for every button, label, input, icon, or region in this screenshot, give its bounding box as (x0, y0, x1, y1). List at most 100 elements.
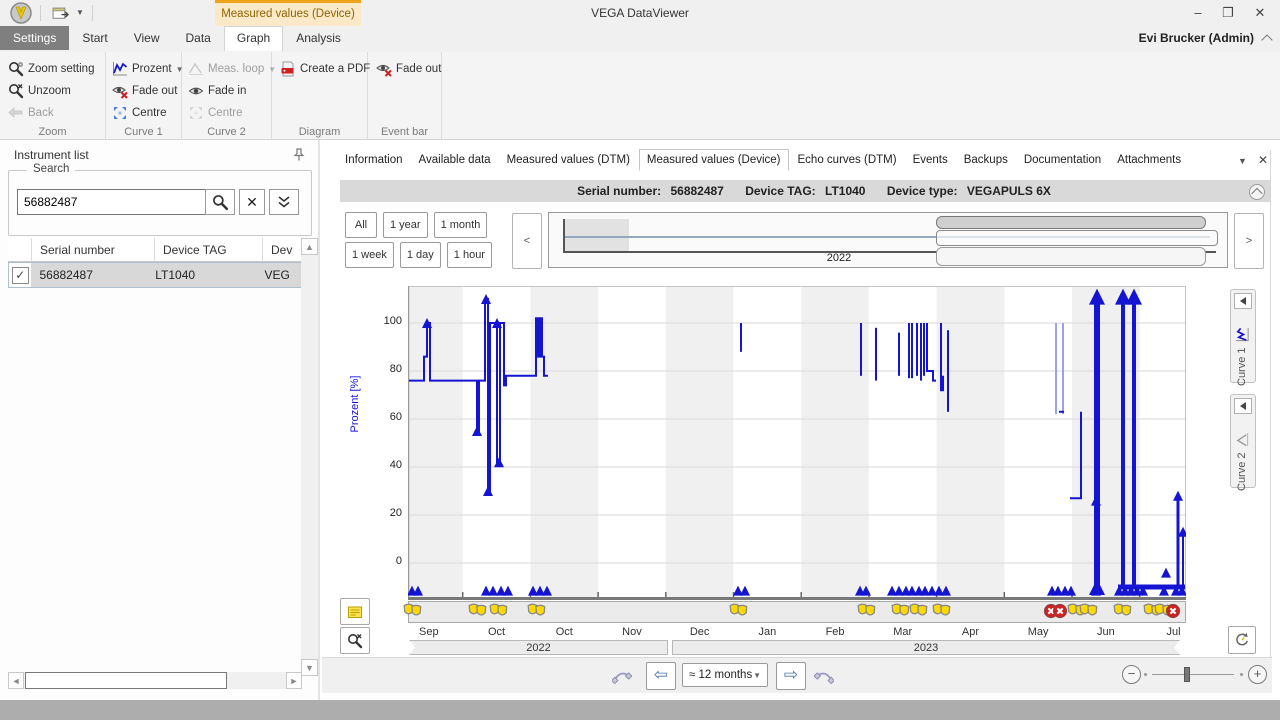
page-left-button[interactable]: ⇦ (646, 662, 676, 690)
range-button[interactable]: 1 month (434, 212, 488, 238)
zoom-in-button[interactable]: + (1248, 665, 1267, 684)
curve2-collapse-button[interactable] (1234, 398, 1252, 414)
type-label: Device type: (887, 184, 958, 198)
doc-tab[interactable]: Events (906, 150, 955, 170)
range-buttons-row1: All1 year1 month (345, 212, 487, 238)
clear-search-button[interactable]: ✕ (239, 189, 265, 215)
range-button[interactable]: 1 year (383, 212, 428, 238)
scroll-down-icon[interactable]: ▼ (301, 659, 318, 676)
hscroll-thumb[interactable] (25, 672, 227, 689)
curve1-centre-button[interactable]: Centre (112, 103, 167, 123)
scrubber-selection-top[interactable] (936, 216, 1206, 229)
zoom-slider-handle[interactable] (1184, 667, 1190, 682)
search-legend: Search (27, 163, 75, 175)
search-icon (212, 194, 229, 211)
event-error-icon[interactable] (1165, 603, 1181, 619)
curve-blue-icon (112, 61, 128, 77)
range-button[interactable]: 1 week (345, 242, 394, 268)
doc-tab[interactable]: Attachments (1110, 150, 1188, 170)
scrub-right-button[interactable]: > (1234, 213, 1264, 269)
scrubber-selection-mid[interactable] (936, 230, 1218, 246)
event-shield-icon[interactable] (526, 602, 548, 619)
zoom-reset-button[interactable] (340, 627, 370, 654)
curve1-side-tab[interactable]: Curve 1 (1230, 289, 1256, 383)
zoom-slider-track[interactable] (1152, 674, 1234, 675)
doc-tab[interactable]: Information (338, 150, 410, 170)
maximize-button[interactable]: ❐ (1214, 2, 1242, 24)
scroll-right-icon[interactable]: ► (286, 672, 302, 689)
event-shield-icon[interactable] (931, 602, 953, 619)
event-bar-fade-out-button[interactable]: Fade out (376, 59, 441, 79)
curve1-fade-out-button[interactable]: Fade out (112, 81, 177, 101)
back-button[interactable]: Back (8, 103, 54, 123)
device-header-bar: Serial number: 56882487 Device TAG: LT10… (340, 180, 1270, 202)
range-button[interactable]: All (345, 212, 377, 238)
tab-overflow-caret-icon[interactable]: ▼ (1238, 156, 1247, 166)
curve1-collapse-button[interactable] (1234, 293, 1252, 309)
minimize-button[interactable]: – (1184, 2, 1212, 24)
ribbon-tab-view[interactable]: View (121, 26, 173, 50)
scroll-up-icon[interactable]: ▲ (301, 238, 318, 255)
curve2-fade-in-button[interactable]: Fade in (188, 81, 246, 101)
table-vscrollbar[interactable]: ▲ ▼ (301, 238, 318, 676)
zoom-setting-button[interactable]: Zoom setting (8, 59, 94, 79)
user-collapse-icon[interactable] (1263, 33, 1272, 42)
expand-search-button[interactable] (269, 189, 299, 215)
collapse-header-button[interactable] (1249, 184, 1265, 200)
event-error-icon[interactable] (1052, 603, 1068, 619)
ribbon-tab-graph[interactable]: Graph (224, 26, 283, 51)
interval-select[interactable]: ≈ 12 months ▼ (682, 663, 768, 687)
scrub-left-button[interactable]: < (512, 213, 542, 269)
page-right-button[interactable]: ⇨ (776, 662, 806, 690)
pin-icon[interactable] (292, 148, 306, 162)
measurement-chart[interactable] (408, 286, 1186, 598)
prozent-dropdown-button[interactable]: Prozent ▼ (112, 59, 184, 79)
table-row[interactable]: ✓ 56882487 LT1040 VEG (8, 262, 302, 288)
month-label: Mar (881, 626, 925, 638)
create-pdf-button[interactable]: Create a PDF (280, 59, 370, 79)
close-button[interactable]: ✕ (1246, 2, 1274, 24)
event-shield-icon[interactable] (402, 602, 424, 619)
doc-tab[interactable]: Available data (412, 150, 498, 170)
ribbon-tab-settings[interactable]: Settings (0, 26, 69, 50)
event-list-button[interactable] (340, 598, 370, 625)
event-shield-icon[interactable] (728, 602, 750, 619)
event-shield-icon[interactable] (1112, 602, 1134, 619)
doc-tab[interactable]: Measured values (DTM) (500, 150, 637, 170)
search-input[interactable] (17, 189, 209, 215)
y-tick-label: 20 (368, 507, 402, 519)
ribbon-tab-analysis[interactable]: Analysis (283, 26, 354, 50)
scrubber-selection-bottom[interactable] (936, 247, 1206, 266)
timeline-scrubber[interactable]: 2022 (548, 212, 1228, 268)
col-serial-number[interactable]: Serial number (32, 238, 155, 262)
event-shield-icon[interactable] (1078, 602, 1100, 619)
col-device-tag[interactable]: Device TAG (155, 238, 263, 262)
col-device-type[interactable]: Dev (263, 238, 302, 262)
row-checkbox[interactable]: ✓ (12, 267, 29, 284)
curve2-side-tab[interactable]: Curve 2 (1230, 394, 1256, 488)
ribbon-tab-start[interactable]: Start (69, 26, 120, 50)
unzoom-button[interactable]: Unzoom (8, 81, 71, 101)
meas-loop-dropdown-button[interactable]: Meas. loop ▼ (188, 59, 276, 79)
search-button[interactable] (205, 189, 235, 215)
range-button[interactable]: 1 day (400, 242, 441, 268)
doc-tab[interactable]: Echo curves (DTM) (791, 150, 904, 170)
range-button[interactable]: 1 hour (447, 242, 492, 268)
zoom-out-button[interactable]: − (1122, 665, 1141, 684)
doc-tab[interactable]: Backups (957, 150, 1015, 170)
doc-tab[interactable]: Documentation (1017, 150, 1108, 170)
event-shield-icon[interactable] (856, 602, 878, 619)
event-shield-icon[interactable] (908, 602, 930, 619)
ribbon-tab-data[interactable]: Data (173, 26, 224, 50)
event-shield-icon[interactable] (467, 602, 489, 619)
doc-tab[interactable]: Measured values (Device) (639, 149, 789, 171)
tab-close-icon[interactable]: ✕ (1258, 153, 1268, 167)
table-hscrollbar[interactable]: ◄ ► (8, 672, 302, 689)
event-shield-icon[interactable] (488, 602, 510, 619)
jump-end-icon[interactable] (814, 668, 834, 684)
refresh-button[interactable] (1228, 626, 1256, 654)
curve2-centre-button[interactable]: Centre (188, 103, 243, 123)
jump-start-icon[interactable] (612, 668, 632, 684)
scroll-left-icon[interactable]: ◄ (8, 672, 24, 689)
contextual-tab-measured-values-device[interactable]: Measured values (Device) (215, 0, 361, 26)
